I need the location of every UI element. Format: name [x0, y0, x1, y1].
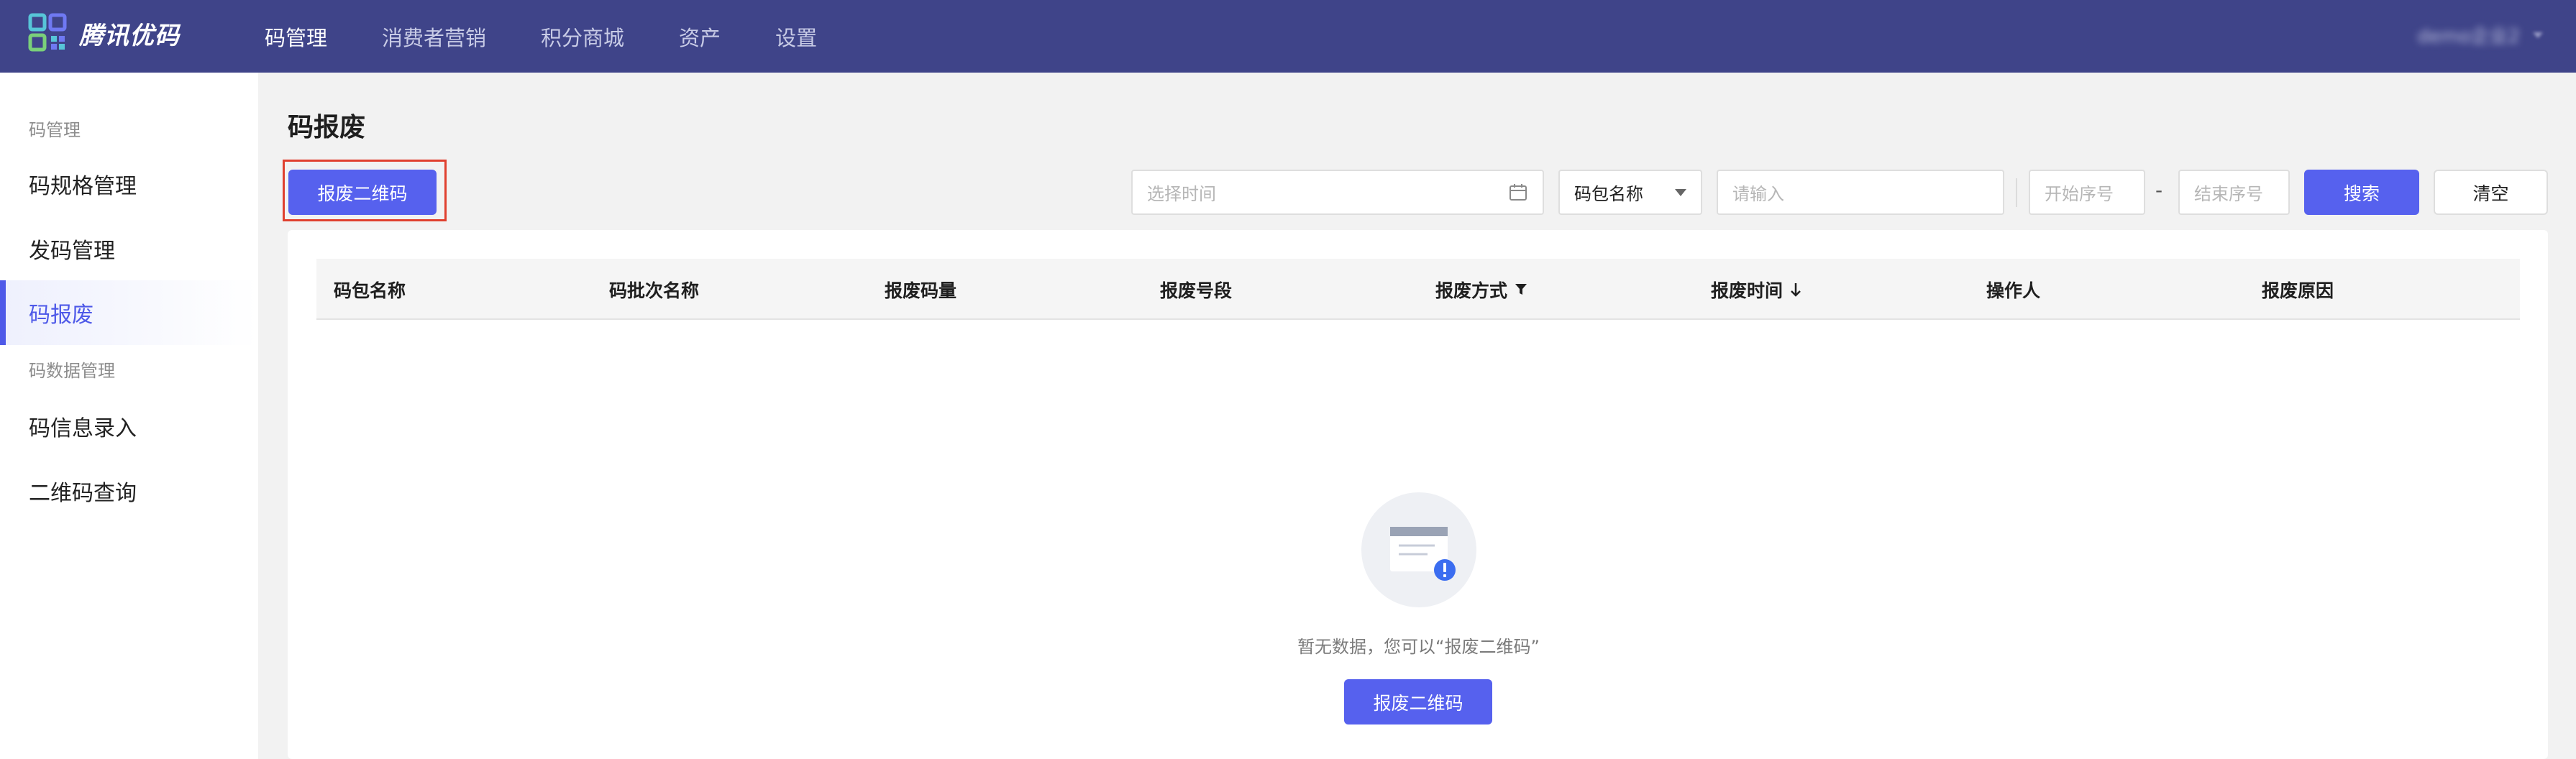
nav-item-code-management[interactable]: 码管理 [237, 22, 355, 52]
user-menu[interactable]: demo企业2 [2418, 22, 2543, 48]
column-header-operator: 操作人 [1986, 280, 2041, 301]
package-name-select[interactable]: 码包名称 [1558, 170, 1702, 215]
table-card: 码包名称 码批次名称 报废码量 报废号段 报废方式 报废时间 操作人 报废原因 [288, 230, 2548, 759]
table-header: 码包名称 码批次名称 报废码量 报废号段 报废方式 报废时间 操作人 报废原因 [316, 259, 2520, 320]
sidebar-item-code-issue[interactable]: 发码管理 [0, 216, 258, 281]
chevron-down-icon [2533, 32, 2543, 38]
empty-state-text: 暂无数据，您可以“报废二维码” [1297, 637, 1540, 657]
start-serial-placeholder: 开始序号 [2045, 184, 2114, 204]
user-name: demo企业2 [2417, 26, 2520, 47]
end-serial-input[interactable]: 结束序号 [2178, 170, 2290, 215]
sidebar-item-code-info-entry[interactable]: 码信息录入 [0, 394, 258, 459]
scrap-qrcode-button[interactable]: 报废二维码 [288, 170, 437, 215]
calendar-icon [1509, 183, 1527, 201]
column-header-scrap-time[interactable]: 报废时间 [1711, 259, 1801, 320]
sort-down-icon[interactable] [1790, 282, 1801, 298]
column-header-scrap-range: 报废号段 [1160, 280, 1233, 301]
sidebar-group-code-data: 码数据管理 [29, 361, 115, 381]
keyword-input[interactable]: 请输入 [1717, 170, 2004, 215]
column-header-scrap-reason: 报废原因 [2262, 280, 2334, 301]
sidebar: 码管理 码规格管理 发码管理 码报废 码数据管理 码信息录入 二维码查询 [0, 73, 258, 759]
app-logo[interactable]: 腾讯优码 [27, 12, 180, 54]
empty-state-scrap-button[interactable]: 报废二维码 [1344, 679, 1492, 724]
column-header-scrap-quantity: 报废码量 [885, 280, 957, 301]
sidebar-group-code-management: 码管理 [29, 120, 81, 140]
time-picker[interactable]: 选择时间 [1131, 170, 1544, 215]
column-header-batch-name: 码批次名称 [609, 280, 700, 301]
logo-text: 腾讯优码 [79, 21, 180, 50]
clear-button[interactable]: 清空 [2434, 170, 2548, 215]
filter-icon[interactable] [1515, 282, 1527, 297]
sidebar-item-qrcode-query[interactable]: 二维码查询 [0, 459, 258, 523]
logo-icon [28, 13, 67, 52]
search-button[interactable]: 搜索 [2304, 170, 2419, 215]
end-serial-placeholder: 结束序号 [2194, 184, 2263, 204]
caret-down-icon [1675, 188, 1686, 196]
column-header-scrap-method[interactable]: 报废方式 [1435, 259, 1527, 320]
time-picker-placeholder: 选择时间 [1147, 184, 1216, 204]
top-bar: 腾讯优码 码管理 消费者营销 积分商城 资产 设置 demo企业2 [0, 0, 2576, 73]
page-title: 码报废 [288, 113, 366, 142]
nav-item-consumer-marketing[interactable]: 消费者营销 [355, 22, 513, 52]
nav-item-assets[interactable]: 资产 [652, 22, 748, 52]
start-serial-input[interactable]: 开始序号 [2029, 170, 2145, 215]
sidebar-item-code-spec[interactable]: 码规格管理 [0, 152, 258, 216]
package-select-value: 码包名称 [1574, 184, 1643, 204]
main-nav: 码管理 消费者营销 积分商城 资产 设置 [237, 0, 844, 73]
nav-item-points-mall[interactable]: 积分商城 [513, 22, 652, 52]
nav-item-settings[interactable]: 设置 [748, 22, 844, 52]
sidebar-item-code-scrap[interactable]: 码报废 [0, 280, 258, 345]
range-separator: - [2155, 178, 2163, 202]
column-header-package-name: 码包名称 [334, 280, 406, 301]
keyword-placeholder: 请输入 [1732, 184, 1784, 204]
empty-document-icon [1390, 527, 1456, 581]
filter-divider [2016, 178, 2017, 207]
empty-state-illustration [1361, 492, 1476, 607]
